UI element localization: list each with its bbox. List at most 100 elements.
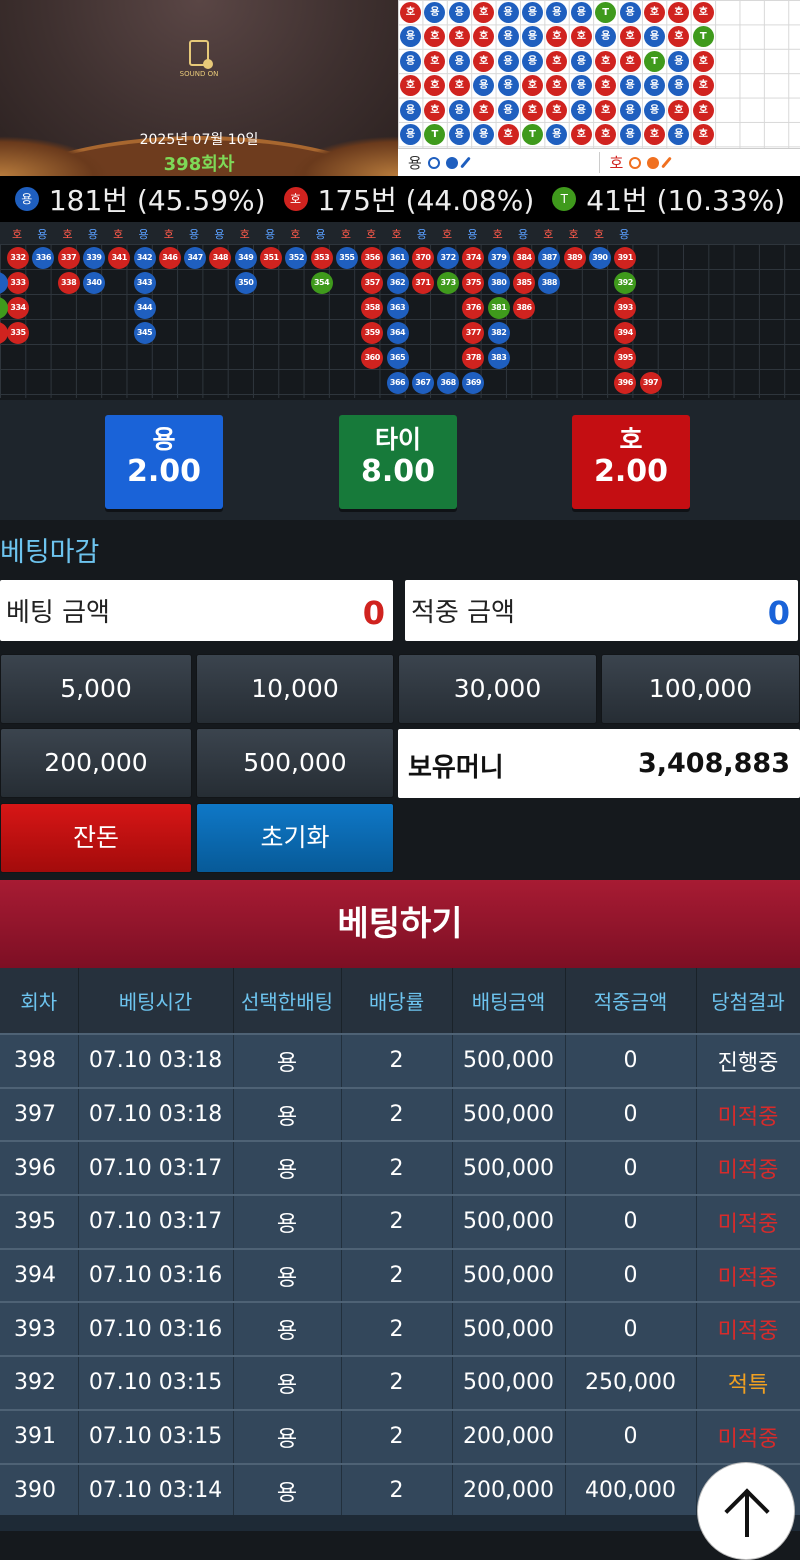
stat-dragon: 용 181번 (45.59%) xyxy=(15,179,266,219)
big-road-bead: 용 xyxy=(449,100,470,121)
bet-tie-button[interactable]: 타이 8.00 xyxy=(339,415,457,509)
dragon-dot-icon xyxy=(446,157,458,169)
history-header-label: 호 xyxy=(491,226,505,242)
cell-odds: 2 xyxy=(341,1195,452,1249)
cell-amount: 500,000 xyxy=(452,1249,565,1303)
big-road-bead: 호 xyxy=(693,75,714,96)
history-header-label: 호 xyxy=(541,226,555,242)
legend-tiger-label: 호 xyxy=(610,152,624,173)
cell-pick: 용 xyxy=(233,1410,341,1464)
cell-round: 390 xyxy=(0,1464,78,1518)
big-road-bead: 호 xyxy=(693,100,714,121)
history-bead: 390 xyxy=(589,247,611,269)
arrow-up-icon xyxy=(745,1493,749,1537)
bet-amount-value: 0 xyxy=(363,594,385,632)
history-bead: 333 xyxy=(7,272,29,294)
sound-toggle[interactable]: SOUND ON xyxy=(176,40,222,78)
balance-value: 3,408,883 xyxy=(638,748,790,779)
change-button[interactable]: 잔돈 xyxy=(0,803,192,873)
table-row: 39807.10 03:18용2500,0000진행중 xyxy=(0,1034,800,1088)
cell-win: 0 xyxy=(565,1249,696,1303)
big-road-bead: 호 xyxy=(644,2,665,23)
bet-amount-label: 베팅 금액 xyxy=(6,592,110,629)
video-date: 2025년 07월 10일 xyxy=(0,129,398,149)
table-row: 39307.10 03:16용2500,0000미적중 xyxy=(0,1302,800,1356)
chip-5000-button[interactable]: 5,000 xyxy=(0,654,192,724)
cell-odds: 2 xyxy=(341,1034,452,1088)
history-bead: 381 xyxy=(488,297,510,319)
history-bead: 382 xyxy=(488,322,510,344)
big-road-bead: 호 xyxy=(449,75,470,96)
history-bead: 365 xyxy=(387,347,409,369)
live-video[interactable]: SOUND ON 2025년 07월 10일 398회차 xyxy=(0,0,398,176)
big-road-bead: 용 xyxy=(522,2,543,23)
chip-200000-button[interactable]: 200,000 xyxy=(0,728,192,798)
cell-result: 미적중 xyxy=(696,1141,800,1195)
cell-round: 394 xyxy=(0,1249,78,1303)
col-amount: 배팅금액 xyxy=(452,968,565,1034)
cell-pick: 용 xyxy=(233,1034,341,1088)
table-row: 39207.10 03:15용2500,000250,000적특 xyxy=(0,1356,800,1410)
cell-round: 398 xyxy=(0,1034,78,1088)
history-header-label: 용 xyxy=(137,226,151,242)
table-header-row: 회차 베팅시간 선택한배팅 배당률 배팅금액 적중금액 당첨결과 xyxy=(0,968,800,1034)
bet-tiger-button[interactable]: 호 2.00 xyxy=(572,415,690,509)
big-road-bead: 호 xyxy=(400,2,421,23)
tiger-ring-icon xyxy=(629,157,641,169)
place-bet-button[interactable]: 베팅하기 xyxy=(0,880,800,968)
chip-500000-button[interactable]: 500,000 xyxy=(196,728,394,798)
big-road-bead: 용 xyxy=(498,100,519,121)
reset-button[interactable]: 초기화 xyxy=(196,803,394,873)
big-road-bead: 용 xyxy=(620,2,641,23)
big-road-bead: 호 xyxy=(498,124,519,145)
cell-time: 07.10 03:14 xyxy=(78,1464,233,1518)
table-row: 39507.10 03:17용2500,0000미적중 xyxy=(0,1195,800,1249)
cell-result: 미적중 xyxy=(696,1088,800,1142)
cell-result: 미적중 xyxy=(696,1410,800,1464)
cell-result: 적특 xyxy=(696,1356,800,1410)
history-bead: 351 xyxy=(260,247,282,269)
history-bead: 366 xyxy=(387,372,409,394)
stat-tie-text: 41번 (10.33%) xyxy=(586,179,785,219)
dragon-ring-icon xyxy=(428,157,440,169)
table-row: 39607.10 03:17용2500,0000미적중 xyxy=(0,1141,800,1195)
chip-100000-button[interactable]: 100,000 xyxy=(601,654,800,724)
cell-pick: 용 xyxy=(233,1249,341,1303)
scroll-to-top-button[interactable] xyxy=(697,1462,795,1560)
tiger-slash-icon xyxy=(661,157,672,169)
big-road-bead: 용 xyxy=(620,100,641,121)
chip-30000-button[interactable]: 30,000 xyxy=(398,654,597,724)
big-road-bead: 용 xyxy=(498,75,519,96)
stat-tiger: 호 175번 (44.08%) xyxy=(284,179,535,219)
history-bead: 349 xyxy=(235,247,257,269)
big-road-bead: 호 xyxy=(644,124,665,145)
history-bead: 363 xyxy=(387,297,409,319)
big-road-bead: 호 xyxy=(668,100,689,121)
big-road-bead: 용 xyxy=(571,51,592,72)
cell-amount: 500,000 xyxy=(452,1034,565,1088)
cell-round: 393 xyxy=(0,1302,78,1356)
cell-win: 0 xyxy=(565,1302,696,1356)
history-header-label: 호 xyxy=(592,226,606,242)
history-bead: 354 xyxy=(311,272,333,294)
cell-pick: 용 xyxy=(233,1088,341,1142)
tiger-dot-icon xyxy=(647,157,659,169)
history-header-label: 호 xyxy=(238,226,252,242)
betting-status: 베팅마감 xyxy=(0,530,99,569)
chip-10000-button[interactable]: 10,000 xyxy=(196,654,394,724)
history-bead: 370 xyxy=(412,247,434,269)
round-history-board: 호용호용호용호용용호용호용호호호용호용호용호호호용 33233333433533… xyxy=(0,222,800,398)
cell-result: 미적중 xyxy=(696,1195,800,1249)
big-road-bead: 용 xyxy=(449,2,470,23)
history-header-label: 호 xyxy=(440,226,454,242)
history-bead: 362 xyxy=(387,272,409,294)
big-road-bead: 용 xyxy=(571,100,592,121)
cell-time: 07.10 03:15 xyxy=(78,1410,233,1464)
win-amount-field: 적중 금액 0 xyxy=(405,580,798,641)
dragon-badge: 용 xyxy=(15,187,39,211)
big-road-bead: 용 xyxy=(498,2,519,23)
history-header-label: 호 xyxy=(162,226,176,242)
bet-dragon-button[interactable]: 용 2.00 xyxy=(105,415,223,509)
cell-odds: 2 xyxy=(341,1302,452,1356)
cell-amount: 500,000 xyxy=(452,1302,565,1356)
